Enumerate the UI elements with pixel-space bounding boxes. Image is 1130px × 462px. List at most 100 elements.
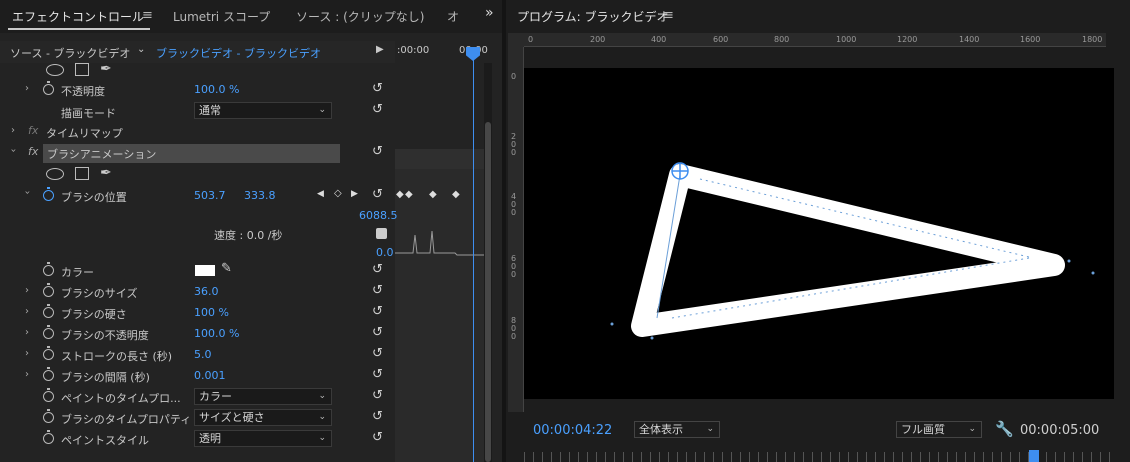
expand-chevron-icon[interactable]: › [25,327,29,338]
opacity-value[interactable]: 100.0 % [194,83,239,96]
source-clip-row: ソース - ブラックビデオ ⌄ ブラックビデオ - ブラックビデオ ▶ [0,41,395,63]
brush-position-x[interactable]: 503.7 [194,189,226,202]
expand-chevron-icon[interactable]: › [25,83,29,94]
current-timecode[interactable]: 00:00:04:22 [533,423,612,438]
wrench-icon[interactable]: 🔧 [995,420,1014,438]
brush-animation-label: ブラシアニメーション [47,148,157,161]
stopwatch-icon[interactable] [43,367,54,381]
collapse-chevron-icon[interactable]: › [8,149,19,153]
brush-opacity-label: ブラシの不透明度 [61,329,149,342]
expand-chevron-icon[interactable]: › [25,285,29,296]
collapse-chevron-icon[interactable]: › [22,191,33,195]
brush-opacity-value[interactable]: 100.0 % [194,327,239,340]
expand-tabs-icon[interactable]: » [485,5,494,21]
quality-dropdown[interactable]: フル画質 ⌄ [896,421,982,438]
zoom-dropdown[interactable]: 全体表示 ⌄ [634,421,720,438]
chevron-down-icon: ⌄ [318,412,326,422]
program-playhead[interactable] [1029,450,1039,462]
blend-mode-dropdown[interactable]: 通常 ⌄ [194,102,332,119]
keyframe-diamond[interactable]: ◆ [452,189,460,200]
paint-style-dropdown[interactable]: 透明 ⌄ [194,430,332,447]
program-monitor-title[interactable]: プログラム: ブラックビデオ [517,8,669,25]
stopwatch-icon[interactable] [43,304,54,318]
stroke-length-value[interactable]: 5.0 [194,348,212,361]
pen-mask-icon[interactable]: ✒ [100,61,112,77]
graph-toggle-icon[interactable] [376,228,387,239]
expand-chevron-icon[interactable]: › [25,306,29,317]
active-tab-underline [8,28,150,30]
zoom-value: 全体表示 [639,423,683,436]
ruler-h-label: 600 [713,35,729,44]
program-canvas[interactable] [524,68,1114,399]
color-swatch[interactable] [195,265,215,276]
graph-min-value: 0.0 [376,246,394,259]
reset-icon[interactable]: ↺ [372,431,386,444]
keyframe-diamond[interactable]: ◆ [429,189,437,200]
paint-time-props-row: ペイントのタイムプロ... カラー ⌄ ↺ [0,386,395,407]
expand-chevron-icon[interactable]: › [11,125,15,136]
tab-effect-controls[interactable]: エフェクトコントロール [12,8,144,25]
stopwatch-icon[interactable] [43,409,54,423]
ruler-h-label: 400 [651,35,667,44]
next-keyframe-icon[interactable]: ▶ [351,189,358,199]
keyframe-diamond[interactable]: ◆ [405,189,413,200]
reset-icon[interactable]: ↺ [372,368,386,381]
reset-icon[interactable]: ↺ [372,103,386,116]
brush-hardness-value[interactable]: 100 % [194,306,229,319]
reset-icon[interactable]: ↺ [372,263,386,276]
reset-icon[interactable]: ↺ [372,145,386,158]
ellipse-mask-icon[interactable] [46,64,64,76]
reset-icon[interactable]: ↺ [372,82,386,95]
prev-keyframe-icon[interactable]: ◀ [317,189,324,199]
speed-graph-row: 6088.5 速度 : 0.0 /秒 0.0 [0,206,398,261]
stopwatch-icon[interactable] [43,283,54,297]
fx-icon[interactable]: fx [28,145,38,158]
time-ruler[interactable] [524,452,1114,462]
panel-divider[interactable] [502,0,506,462]
stopwatch-icon[interactable] [43,430,54,444]
stopwatch-icon[interactable] [43,81,54,95]
reset-icon[interactable]: ↺ [372,389,386,402]
rectangle-mask-icon[interactable] [75,167,89,180]
rectangle-mask-icon[interactable] [75,63,89,76]
opacity-row: › 不透明度 100.0 % ↺ [0,80,395,101]
brush-spacing-value[interactable]: 0.001 [194,369,226,382]
stopwatch-icon[interactable] [43,388,54,402]
reset-icon[interactable]: ↺ [372,284,386,297]
stopwatch-icon[interactable] [43,262,54,276]
reset-icon[interactable]: ↺ [372,326,386,339]
expand-chevron-icon[interactable]: › [25,369,29,380]
keyframe-timeline-area[interactable]: ◆ ◆ ◆ ◆ [395,63,490,462]
brush-position-y[interactable]: 333.8 [244,189,276,202]
chevron-down-icon: ⌄ [318,105,326,115]
program-menu-icon[interactable]: ≡ [663,8,674,23]
eyedropper-icon[interactable]: ✎ [221,261,232,276]
keyframe-diamond[interactable]: ◆ [396,189,404,200]
brush-time-props-dropdown[interactable]: サイズと硬さ ⌄ [194,409,332,426]
brush-mask-tools-row: ✒ [0,164,395,185]
source-dropdown-icon[interactable]: ⌄ [137,44,145,55]
stopwatch-icon[interactable] [43,187,54,201]
stopwatch-icon[interactable] [43,325,54,339]
brush-size-value[interactable]: 36.0 [194,285,219,298]
add-keyframe-icon[interactable]: ◇ [334,188,342,199]
reset-icon[interactable]: ↺ [372,188,386,201]
tab-overflow[interactable]: オ [447,8,459,25]
tab-lumetri-scopes[interactable]: Lumetri スコープ [173,8,270,25]
scrollbar-thumb[interactable] [485,122,491,462]
pen-mask-icon[interactable]: ✒ [100,165,112,181]
paint-style-label: ペイントスタイル [61,434,149,447]
expand-chevron-icon[interactable]: › [25,348,29,359]
panel-menu-icon[interactable]: ≡ [142,8,153,23]
stopwatch-icon[interactable] [43,346,54,360]
ruler-h-label: 200 [590,35,606,44]
play-only-icon[interactable]: ▶ [376,44,384,55]
paint-time-props-dropdown[interactable]: カラー ⌄ [194,388,332,405]
reset-icon[interactable]: ↺ [372,347,386,360]
brush-size-label: ブラシのサイズ [61,287,138,300]
clip-name[interactable]: ブラックビデオ - ブラックビデオ [156,45,321,61]
reset-icon[interactable]: ↺ [372,305,386,318]
reset-icon[interactable]: ↺ [372,410,386,423]
ellipse-mask-icon[interactable] [46,168,64,180]
tab-source[interactable]: ソース : (クリップなし) [296,8,424,25]
